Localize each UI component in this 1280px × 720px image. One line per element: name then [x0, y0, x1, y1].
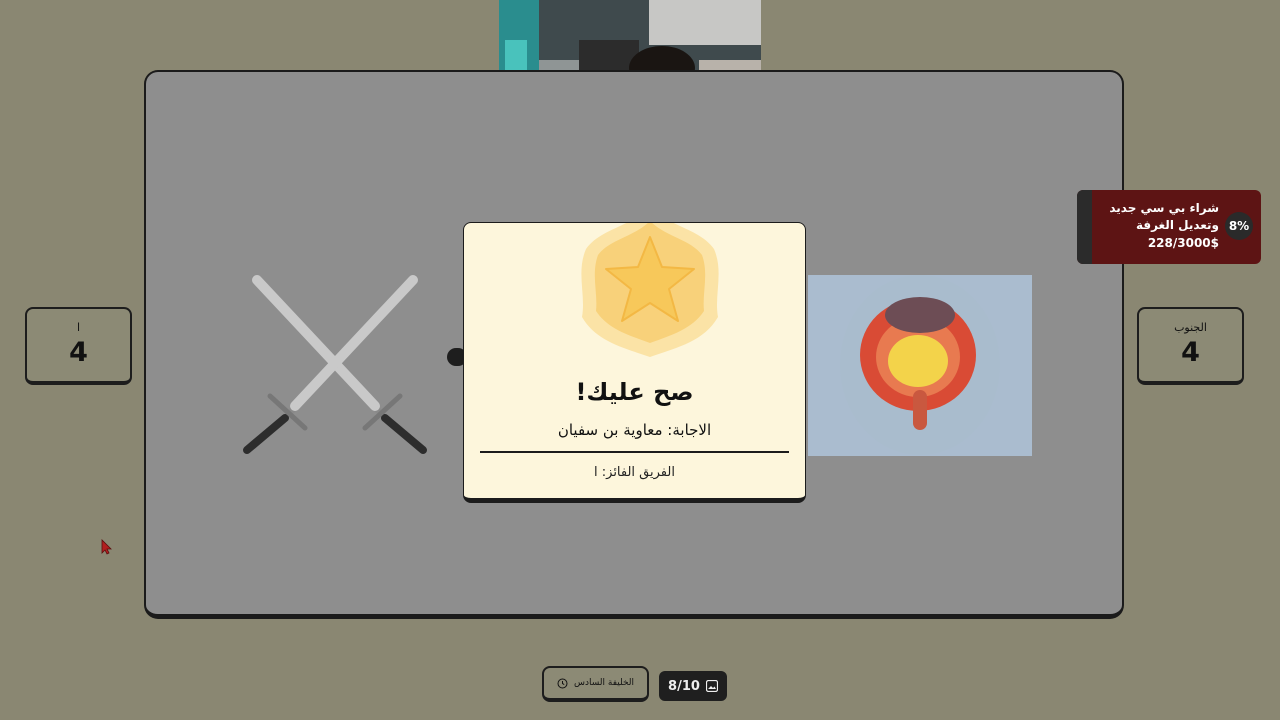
donation-percent: 8% — [1225, 212, 1253, 240]
team-score-right-value: 4 — [1181, 337, 1200, 368]
modal-divider — [480, 451, 789, 453]
donation-amount: 228/3000$ — [1147, 236, 1219, 250]
donation-info: شراء بي سي جديد وتعديل الغرفة 228/3000$ — [1085, 200, 1219, 252]
cursor-icon — [101, 539, 112, 555]
swords-icon — [243, 275, 427, 454]
intestine-image — [808, 275, 1032, 456]
donation-title: شراء بي سي جديد وتعديل الغرفة — [1109, 201, 1219, 232]
team-score-left: ا 4 — [25, 307, 132, 385]
team-score-left-value: 4 — [69, 337, 88, 368]
image-icon — [705, 680, 718, 692]
category-button[interactable]: الخليفة السادس — [542, 666, 649, 702]
question-counter-value: 8/10 — [668, 678, 700, 694]
team-score-right: الجنوب 4 — [1137, 307, 1244, 385]
team-name-left: ا — [76, 321, 81, 334]
modal-answer: الاجابة: معاوية بن سفيان — [557, 421, 712, 439]
clock-icon — [557, 678, 568, 688]
question-counter: 8/10 — [659, 671, 727, 701]
modal-title: صح عليك! — [575, 378, 694, 406]
result-modal: صح عليك! الاجابة: معاوية بن سفيان الفريق… — [463, 222, 806, 503]
star-icon — [581, 223, 719, 357]
modal-winner: الفريق الفائز: ا — [594, 465, 675, 480]
category-label: الخليفة السادس — [574, 678, 634, 688]
team-name-right: الجنوب — [1174, 321, 1207, 334]
